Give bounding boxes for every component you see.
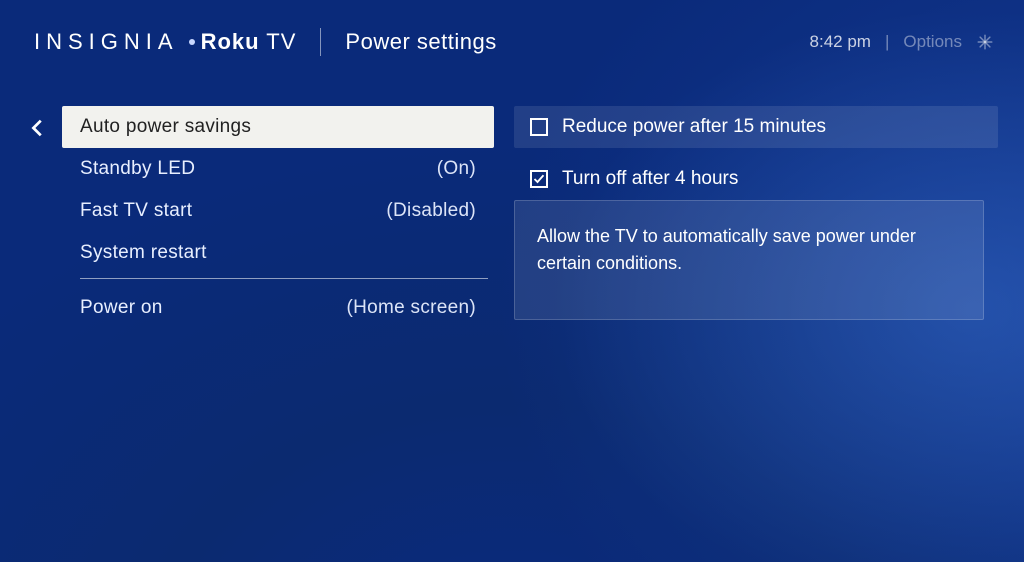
settings-menu: Auto power savings Standby LED (On) Fast… [62,106,494,329]
menu-item-label: Auto power savings [80,116,251,138]
clock: 8:42 pm [810,32,871,52]
header: INSIGNIA Roku TV Power settings 8:42 pm … [0,0,1024,56]
divider [320,28,321,56]
asterisk-icon [976,33,994,51]
options-label: Options [903,32,962,52]
divider [80,278,488,279]
checkbox-icon [530,118,548,136]
dot-icon [189,39,195,45]
back-button[interactable] [24,110,52,146]
option-label: Reduce power after 15 minutes [562,116,826,138]
brand-insignia: INSIGNIA [34,29,179,55]
menu-item-label: Power on [80,297,163,319]
menu-item-value: (Disabled) [386,200,476,222]
menu-item-value: (Home screen) [346,297,476,319]
option-label: Turn off after 4 hours [562,168,738,190]
menu-item-value: (On) [437,158,476,180]
description-panel: Allow the TV to automatically save power… [514,200,984,320]
brand: INSIGNIA Roku TV [34,29,296,55]
menu-item-label: System restart [80,242,207,264]
menu-item-fast-tv-start[interactable]: Fast TV start (Disabled) [62,190,494,232]
description-text: Allow the TV to automatically save power… [537,226,916,273]
brand-tv: TV [266,29,296,54]
checkbox-icon [530,170,548,188]
brand-roku: Roku [201,29,260,54]
menu-item-standby-led[interactable]: Standby LED (On) [62,148,494,190]
divider: | [885,32,889,52]
option-reduce-power[interactable]: Reduce power after 15 minutes [514,106,998,148]
brand-roku-tv: Roku TV [201,29,297,55]
menu-item-label: Standby LED [80,158,195,180]
menu-item-auto-power-savings[interactable]: Auto power savings [62,106,494,148]
option-turn-off-4h[interactable]: Turn off after 4 hours [514,158,998,200]
menu-item-label: Fast TV start [80,200,192,222]
option-list: Reduce power after 15 minutes Turn off a… [514,106,998,200]
page-title: Power settings [345,29,496,55]
menu-item-power-on[interactable]: Power on (Home screen) [62,287,494,329]
menu-item-system-restart[interactable]: System restart [62,232,494,274]
